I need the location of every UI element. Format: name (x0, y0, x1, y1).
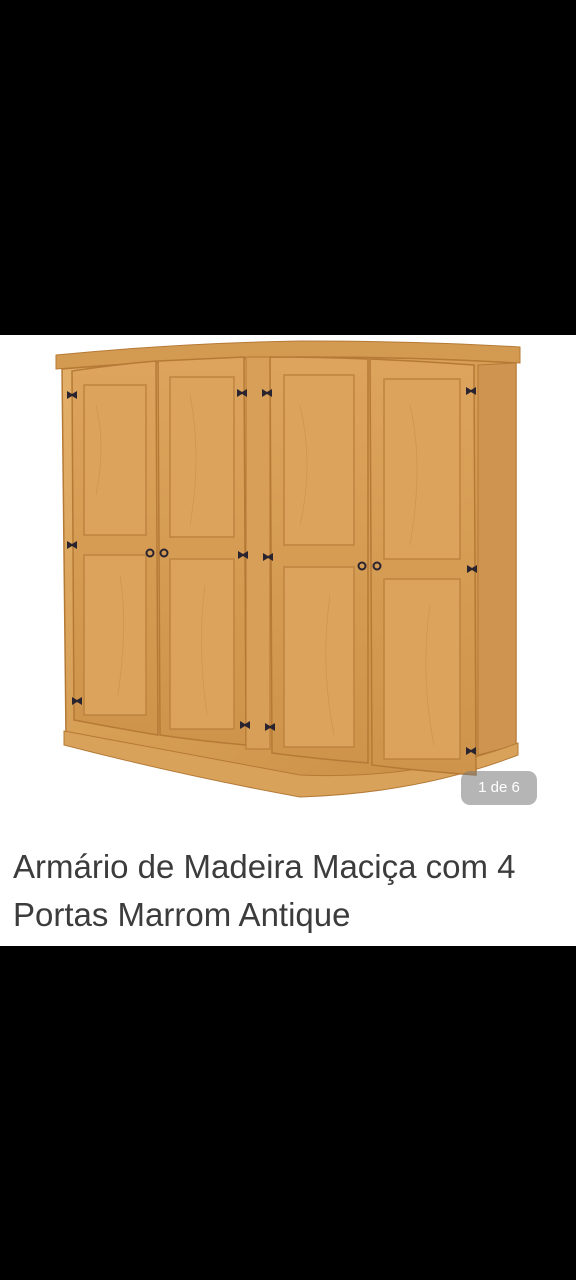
product-title: Armário de Madeira Maciça com 4 Portas M… (13, 848, 516, 933)
product-card: 1 de 6 Armário de Madeira Maciça com 4 P… (0, 335, 576, 946)
top-letterbox (0, 0, 576, 335)
wardrobe-illustration (55, 340, 521, 798)
product-image[interactable]: 1 de 6 (0, 335, 576, 815)
bottom-letterbox (0, 946, 576, 1280)
image-counter-badge: 1 de 6 (461, 771, 537, 805)
